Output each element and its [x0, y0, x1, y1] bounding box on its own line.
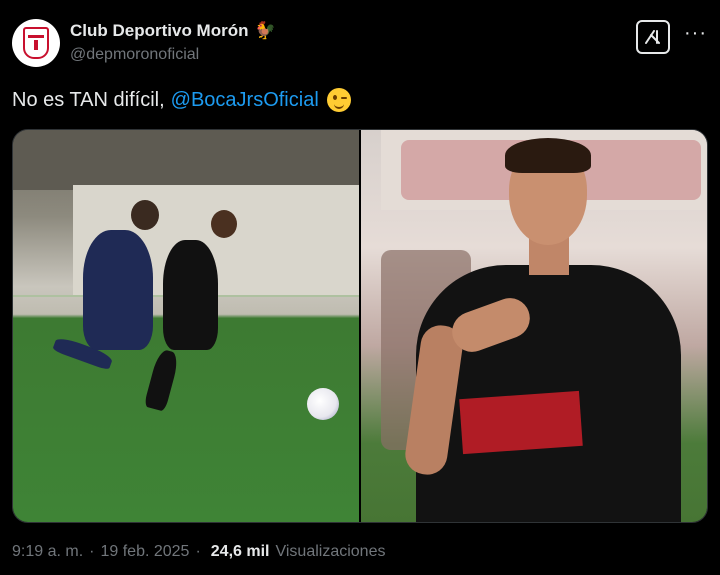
profile-avatar[interactable] — [12, 19, 60, 67]
grok-icon[interactable] — [636, 20, 670, 54]
rooster-emoji-icon: 🐓 — [254, 21, 276, 40]
mention-link[interactable]: @BocaJrsOficial — [171, 89, 319, 112]
separator: · — [89, 543, 95, 560]
tweet-text: No es TAN difícil, @BocaJrsOficial — [12, 88, 351, 112]
club-crest-logo — [23, 27, 49, 59]
views-count: 24,6 mil — [210, 543, 270, 560]
photo-player-celebration[interactable] — [361, 130, 707, 522]
tweet-body: No es TAN difícil, — [12, 88, 165, 111]
tweet-date[interactable]: 19 feb. 2025 — [100, 543, 189, 561]
photo-match-action[interactable] — [13, 130, 359, 522]
tweet-metadata: 9:19 a. m. · 19 feb. 2025 · 24,6 mil Vis… — [12, 543, 385, 561]
winking-face-emoji-icon — [326, 88, 351, 112]
user-handle[interactable]: @depmoronoficial — [70, 46, 199, 64]
football-icon — [307, 388, 339, 420]
separator: · — [195, 543, 201, 560]
tweet-media — [12, 129, 708, 523]
tweet-time[interactable]: 9:19 a. m. — [12, 543, 83, 561]
display-name[interactable]: Club Deportivo Morón 🐓 — [70, 21, 276, 41]
views-label: Visualizaciones — [275, 543, 386, 560]
more-horizontal-icon[interactable]: ··· — [684, 22, 707, 45]
